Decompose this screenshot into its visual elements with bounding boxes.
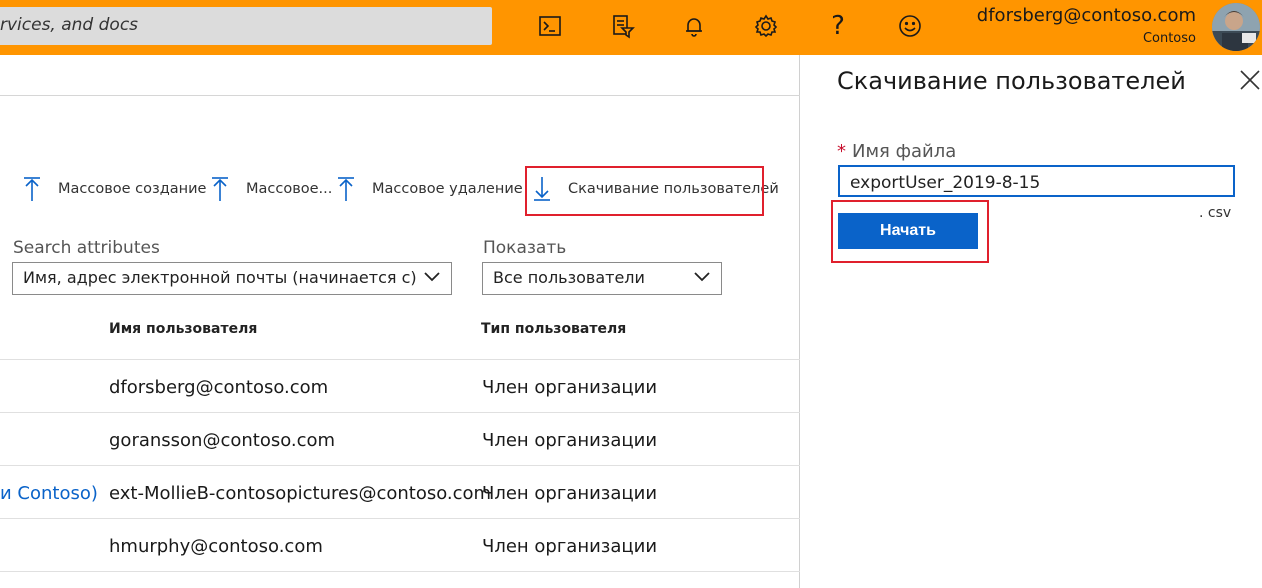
required-mark: * <box>837 141 846 162</box>
bulk-invite-button[interactable]: Массовое... <box>210 175 332 203</box>
table-cell-user-type: Член организации <box>482 483 658 504</box>
search-attributes-dropdown[interactable]: Имя, адрес электронной почты (начинается… <box>12 262 452 295</box>
upload-icon <box>24 177 40 201</box>
search-attributes-value: Имя, адрес электронной почты (начинается… <box>23 268 417 287</box>
help-icon[interactable]: ? <box>820 8 856 44</box>
divider <box>0 571 800 572</box>
table-cell-username[interactable]: dforsberg@contoso.com <box>109 377 328 398</box>
bulk-create-button[interactable]: Массовое создание <box>22 175 206 203</box>
directory-filter-icon[interactable] <box>604 8 640 44</box>
settings-icon[interactable] <box>748 8 784 44</box>
file-name-label-text: Имя файла <box>852 141 957 162</box>
show-dropdown[interactable]: Все пользователи <box>482 262 722 295</box>
chevron-down-icon <box>423 270 441 284</box>
bulk-create-label: Массовое создание <box>58 181 207 197</box>
column-header-user-type[interactable]: Тип пользователя <box>481 321 626 337</box>
search-attributes-label: Search attributes <box>13 238 160 258</box>
bulk-delete-label: Массовое удаление <box>372 181 523 197</box>
column-header-username[interactable]: Имя пользователя <box>109 321 257 337</box>
table-cell-user-type: Член организации <box>482 430 658 451</box>
table-cell-display-name-link[interactable]: и Contoso) <box>0 483 98 504</box>
divider <box>0 359 800 360</box>
table-cell-username[interactable]: ext-MollieB-contosopictures@contoso.com <box>109 483 491 504</box>
notifications-icon[interactable] <box>676 8 712 44</box>
bulk-invite-label: Массовое... <box>246 181 333 197</box>
divider <box>0 412 800 413</box>
bulk-delete-button[interactable]: Массовое удаление <box>336 175 523 203</box>
avatar[interactable] <box>1212 3 1260 51</box>
table-cell-username[interactable]: hmurphy@contoso.com <box>109 536 323 557</box>
table-cell-user-type: Член организации <box>482 536 658 557</box>
cloud-shell-icon[interactable] <box>532 8 568 44</box>
divider <box>0 465 800 466</box>
file-name-label: * Имя файла <box>837 141 956 162</box>
divider <box>0 95 800 96</box>
file-extension: . csv <box>1199 205 1232 221</box>
start-button[interactable]: Начать <box>838 213 978 249</box>
download-users-highlight <box>525 166 764 216</box>
file-name-input[interactable] <box>838 165 1235 197</box>
top-bar: rvices, and docs ? dforsberg@contoso.com… <box>0 0 1262 55</box>
close-icon[interactable] <box>1239 69 1261 91</box>
global-search-input[interactable]: rvices, and docs <box>0 7 492 45</box>
upload-icon <box>212 177 228 201</box>
user-email[interactable]: dforsberg@contoso.com <box>977 5 1196 26</box>
search-text: rvices, and docs <box>0 15 139 35</box>
feedback-icon[interactable] <box>892 8 928 44</box>
upload-icon <box>338 177 354 201</box>
show-value: Все пользователи <box>493 268 645 287</box>
divider <box>0 518 800 519</box>
users-blade: Массовое создание Массовое... Массовое у… <box>0 55 800 588</box>
panel-title: Скачивание пользователей <box>837 67 1186 95</box>
table-cell-user-type: Член организации <box>482 377 658 398</box>
download-users-panel: Скачивание пользователей * Имя файла . cs… <box>801 55 1262 588</box>
chevron-down-icon <box>694 272 710 282</box>
table-cell-username[interactable]: goransson@contoso.com <box>109 430 335 451</box>
user-tenant[interactable]: Contoso <box>1143 31 1196 46</box>
show-label: Показать <box>483 238 567 258</box>
